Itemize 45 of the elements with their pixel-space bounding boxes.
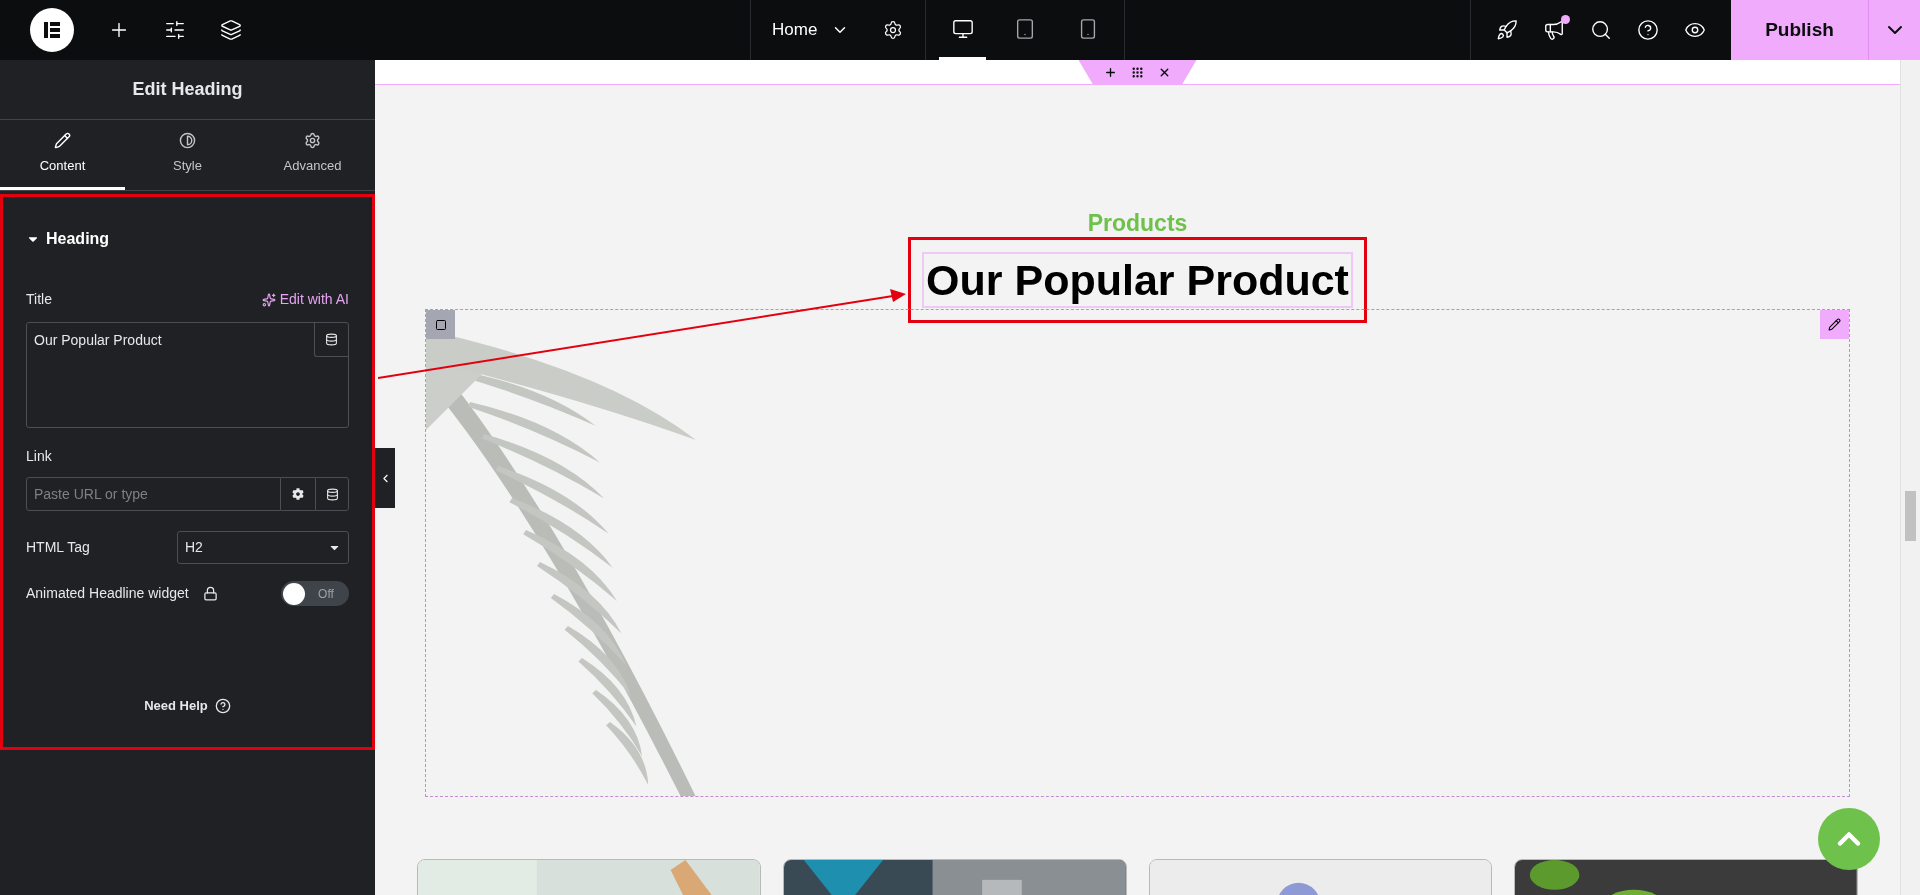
help-icon[interactable] bbox=[214, 697, 231, 714]
logo-icon[interactable] bbox=[30, 8, 74, 52]
edit-widget-button[interactable] bbox=[1820, 310, 1849, 339]
database-icon bbox=[325, 487, 339, 501]
page-selector[interactable]: Home bbox=[772, 17, 850, 43]
desktop-icon bbox=[951, 17, 974, 40]
gear-icon bbox=[304, 131, 321, 149]
database-icon bbox=[325, 333, 338, 346]
edit-with-ai-link[interactable]: Edit with AI bbox=[261, 289, 349, 310]
panel-tab[interactable]: Style bbox=[125, 120, 250, 190]
title-textarea[interactable]: Our Popular Product bbox=[26, 322, 349, 428]
section-subtitle: Products bbox=[1087, 209, 1188, 237]
title-label: Title bbox=[26, 290, 52, 309]
publish-button[interactable]: Publish bbox=[1731, 0, 1868, 60]
animated-headline-label: Animated Headline widget bbox=[26, 584, 189, 603]
drag-icon[interactable] bbox=[1131, 65, 1144, 79]
html-tag-select[interactable]: H2 bbox=[177, 531, 349, 564]
link-label: Link bbox=[26, 447, 53, 466]
dynamic-tags-button[interactable] bbox=[315, 477, 349, 511]
pencil-icon bbox=[1828, 318, 1841, 331]
link-options-button[interactable] bbox=[281, 477, 315, 511]
need-help-link[interactable]: Need Help bbox=[144, 696, 208, 716]
square-icon bbox=[434, 318, 447, 331]
toggle-switch[interactable]: Off bbox=[281, 581, 349, 606]
layers-icon[interactable] bbox=[220, 19, 242, 41]
link-field[interactable]: Paste URL or type bbox=[26, 477, 281, 511]
panel-tab[interactable]: Content bbox=[0, 120, 125, 190]
section-heading[interactable]: Our Popular Product bbox=[922, 252, 1353, 308]
section-toggle[interactable]: Heading bbox=[26, 227, 110, 251]
rocket-icon[interactable] bbox=[1496, 19, 1518, 41]
contrast-icon bbox=[179, 131, 196, 149]
gear-icon bbox=[292, 488, 304, 500]
dynamic-tags-button[interactable] bbox=[314, 323, 348, 357]
sliders-icon[interactable] bbox=[164, 19, 186, 41]
lock-icon bbox=[202, 586, 218, 601]
sparkles-icon bbox=[261, 292, 276, 307]
title-value: Our Popular Product bbox=[33, 331, 163, 350]
settings-icon[interactable] bbox=[883, 20, 904, 40]
pencil-icon bbox=[54, 131, 71, 149]
container-handle[interactable] bbox=[426, 310, 455, 339]
html-tag-label: HTML Tag bbox=[26, 538, 90, 557]
panel-tab[interactable]: Advanced bbox=[250, 120, 375, 190]
search-icon[interactable] bbox=[1590, 19, 1612, 41]
megaphone-icon[interactable] bbox=[1543, 19, 1565, 41]
add-icon[interactable] bbox=[1104, 65, 1117, 79]
